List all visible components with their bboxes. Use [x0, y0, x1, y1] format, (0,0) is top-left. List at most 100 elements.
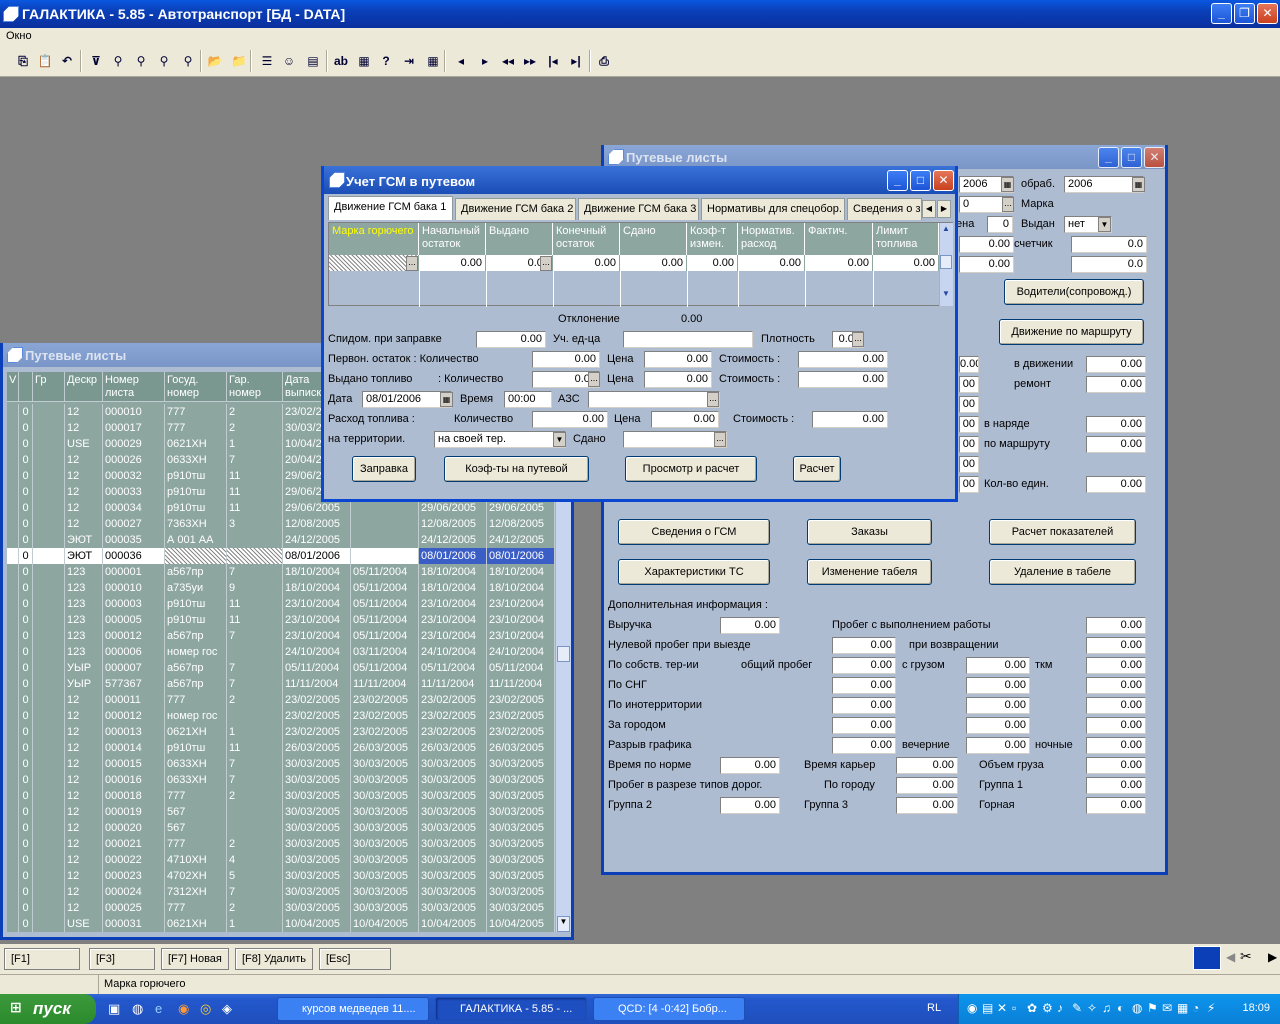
table-row[interactable]: 0 12 000014 р910тш 11 26/03/2005 26/03/2005 26/… — [7, 740, 555, 756]
grid-header-2[interactable]: Гр — [33, 372, 65, 402]
app-icon[interactable] — [1193, 946, 1221, 970]
calc-indicators-button[interactable]: Расчет показателей — [989, 519, 1136, 545]
fuel-grid-cell[interactable]: 0.00 — [687, 255, 738, 271]
minimize-button[interactable]: _ — [1211, 3, 1232, 24]
counter-field[interactable]: 0 — [987, 216, 1013, 233]
gr2-val-field[interactable]: 0.00 — [720, 797, 780, 814]
value-field[interactable]: 00 — [959, 416, 979, 433]
issued-price-field[interactable]: 0.00 — [644, 371, 712, 388]
tools-icon[interactable]: ✂ — [1240, 948, 1252, 965]
fuel-grid-header-1[interactable]: Начальный остаток — [419, 223, 486, 255]
fuel-grid-cell[interactable]: 0.00 — [873, 255, 939, 271]
table-row[interactable]: 0 123 000001 а567пр 7 18/10/2004 05/11/2004 18/… — [7, 564, 555, 580]
close-button[interactable]: ✕ — [1257, 3, 1278, 24]
table-row[interactable]: 0 12 000015 0633ХН 7 30/03/2005 30/03/2005 30/0… — [7, 756, 555, 772]
table-row[interactable]: 0 12 000021 777 2 30/03/2005 30/03/2005 30/03/2… — [7, 836, 555, 852]
tray-icon-8[interactable]: ✧ — [1087, 1001, 1097, 1015]
word-task-button[interactable]: курсов медведев 11.... — [277, 997, 429, 1021]
fuel-grid-cell[interactable]: 0.00 — [620, 255, 687, 271]
territory-select[interactable]: на своей тер. — [434, 431, 566, 448]
list-icon[interactable]: ☰ — [257, 51, 277, 71]
fkey-button-4[interactable]: [Esc] Выход — [319, 948, 391, 985]
find-icon[interactable]: ⚲ — [108, 51, 128, 71]
gorod-val-field[interactable]: 0.00 — [832, 717, 896, 734]
qcd-task-button[interactable]: QCD: [4 -0:42] Бобр... — [593, 997, 745, 1021]
table-row[interactable]: 0 12 000013 0621ХН 1 23/02/2005 23/02/2005 23/0… — [7, 724, 555, 740]
tab-scroll-right-icon[interactable]: ▶ — [937, 200, 951, 218]
obsch-val-field[interactable]: 0.00 — [832, 657, 896, 674]
norm-val-field[interactable]: 0.00 — [720, 757, 780, 774]
table-row[interactable]: 0 ЭЮТ 000036 08/01/2006 08/01/2006 08/01/2006 — [7, 548, 555, 564]
route-movement-button[interactable]: Движение по маршруту — [999, 319, 1144, 345]
fuel-grid-cell[interactable]: 0.00 — [805, 255, 873, 271]
pri-vozvr-val-field[interactable]: 0.00 — [1086, 637, 1146, 654]
handed-over-field[interactable] — [623, 431, 727, 448]
open-folder-icon[interactable]: 📂 — [205, 51, 225, 71]
scroll-down-icon[interactable]: ▼ — [940, 289, 952, 303]
fuel-grid-cell[interactable]: 0.00 — [553, 255, 620, 271]
ob-gruza-val-field[interactable]: 0.00 — [1086, 757, 1146, 774]
gr3-val-field[interactable]: 0.00 — [896, 797, 958, 814]
tray-icon-7[interactable]: ✎ — [1072, 1001, 1082, 1015]
calendar-icon[interactable]: ▦ — [440, 392, 453, 407]
drivers-button[interactable]: Водители(сопровожд.) — [1004, 279, 1144, 305]
value-field[interactable]: 00 — [959, 476, 979, 493]
find-next-icon[interactable]: ⚲ — [131, 51, 151, 71]
fuel-grid[interactable]: Марка горючего Начальный остаток Выдано Кон… — [328, 222, 953, 307]
tray-icon-13[interactable]: ✉ — [1162, 1001, 1172, 1015]
multi-find-icon[interactable]: ⚲ — [178, 51, 198, 71]
tray-icon-3[interactable]: ▫ — [1012, 1001, 1016, 1015]
table-row[interactable]: 0 УЫР 000007 а567пр 7 05/11/2004 05/11/2004 05/… — [7, 660, 555, 676]
app-launcher-icon[interactable]: ◈ — [222, 1001, 232, 1017]
filter-icon[interactable]: ⊽ — [86, 51, 106, 71]
sng-val3-field[interactable]: 0.00 — [1086, 677, 1146, 694]
table-row[interactable]: 0 12 000023 4702ХН 5 30/03/2005 30/03/2005 30/0… — [7, 868, 555, 884]
scroll-right-icon[interactable]: ▶ — [1268, 950, 1277, 964]
smiley-icon[interactable]: ☺ — [279, 51, 299, 71]
unit-count-field[interactable]: 0.00 — [1086, 476, 1146, 493]
value-field[interactable]: 00 — [959, 396, 979, 413]
orders-button[interactable]: Заказы — [807, 519, 932, 545]
table-row[interactable]: 0 123 000010 а735уи 9 18/10/2004 05/11/2004 18/… — [7, 580, 555, 596]
browser-icon[interactable]: ◍ — [132, 1001, 143, 1017]
paste-icon[interactable]: 📋 — [35, 51, 55, 71]
vyruchka-val-field[interactable]: 0.00 — [720, 617, 780, 634]
folder-check-icon[interactable]: 📁 — [229, 51, 249, 71]
value-field[interactable]: 0.00 — [959, 236, 1014, 253]
table-row[interactable]: 0 12 000016 0633ХН 7 30/03/2005 30/03/2005 30/0… — [7, 772, 555, 788]
vecher-val-field[interactable]: 0.00 — [966, 737, 1030, 754]
in-motion-field[interactable]: 0.00 — [1086, 356, 1146, 373]
gorod-val3-field[interactable]: 0.00 — [1086, 717, 1146, 734]
tray-icon-14[interactable]: ▦ — [1177, 1001, 1188, 1015]
density-ellipsis-button[interactable]: ... — [852, 332, 864, 347]
fuel-grid-header-8[interactable]: Лимит топлива — [873, 223, 939, 255]
tray-icon-10[interactable]: ◐ — [1117, 1001, 1124, 1015]
value-field[interactable]: 00 — [959, 456, 979, 473]
ie-icon[interactable]: e — [155, 1001, 162, 1016]
table-row[interactable]: 0 12 000020 567 30/03/2005 30/03/2005 30/03/20… — [7, 820, 555, 836]
fkey-button-3[interactable]: [F8] Удалить — [235, 948, 313, 970]
date-field[interactable]: 08/01/2006 — [362, 391, 452, 408]
fuel-grid-cell[interactable]: 0.00 — [419, 255, 486, 271]
timesheet-delete-button[interactable]: Удаление в табеле — [989, 559, 1136, 585]
vehicle-specs-button[interactable]: Характеристики ТС — [618, 559, 770, 585]
tray-icon-5[interactable]: ⚙ — [1042, 1001, 1053, 1015]
nul-vyezd-val-field[interactable]: 0.00 — [832, 637, 896, 654]
table-row[interactable]: 0 12 000012 номер гос 23/02/2005 23/02/2005 23… — [7, 708, 555, 724]
probeg-rab-val-field[interactable]: 0.00 — [1086, 617, 1146, 634]
app-icon[interactable] — [3, 6, 19, 22]
grid-header-1[interactable] — [19, 372, 33, 402]
tray-icon-16[interactable]: ⚡ — [1207, 1001, 1215, 1015]
fast-forward-icon[interactable]: ▸▸ — [520, 51, 540, 71]
calendar-icon[interactable]: ▦ — [1001, 177, 1014, 192]
fuel-grid-header-2[interactable]: Выдано — [486, 223, 553, 255]
scroll-left-icon[interactable]: ◀ — [1226, 950, 1235, 964]
gorod-val2-field[interactable]: 0.00 — [966, 717, 1030, 734]
tray-icon-12[interactable]: ⚑ — [1147, 1001, 1158, 1015]
inoter-val2-field[interactable]: 0.00 — [966, 697, 1030, 714]
fuel-grid-header-3[interactable]: Конечный остаток — [553, 223, 620, 255]
undo-icon[interactable]: ↶ — [57, 51, 77, 71]
razryv-val-field[interactable]: 0.00 — [832, 737, 896, 754]
calculator-icon[interactable]: ▦ — [354, 51, 374, 71]
fuel-grid-header-6[interactable]: Норматив. расход — [738, 223, 805, 255]
